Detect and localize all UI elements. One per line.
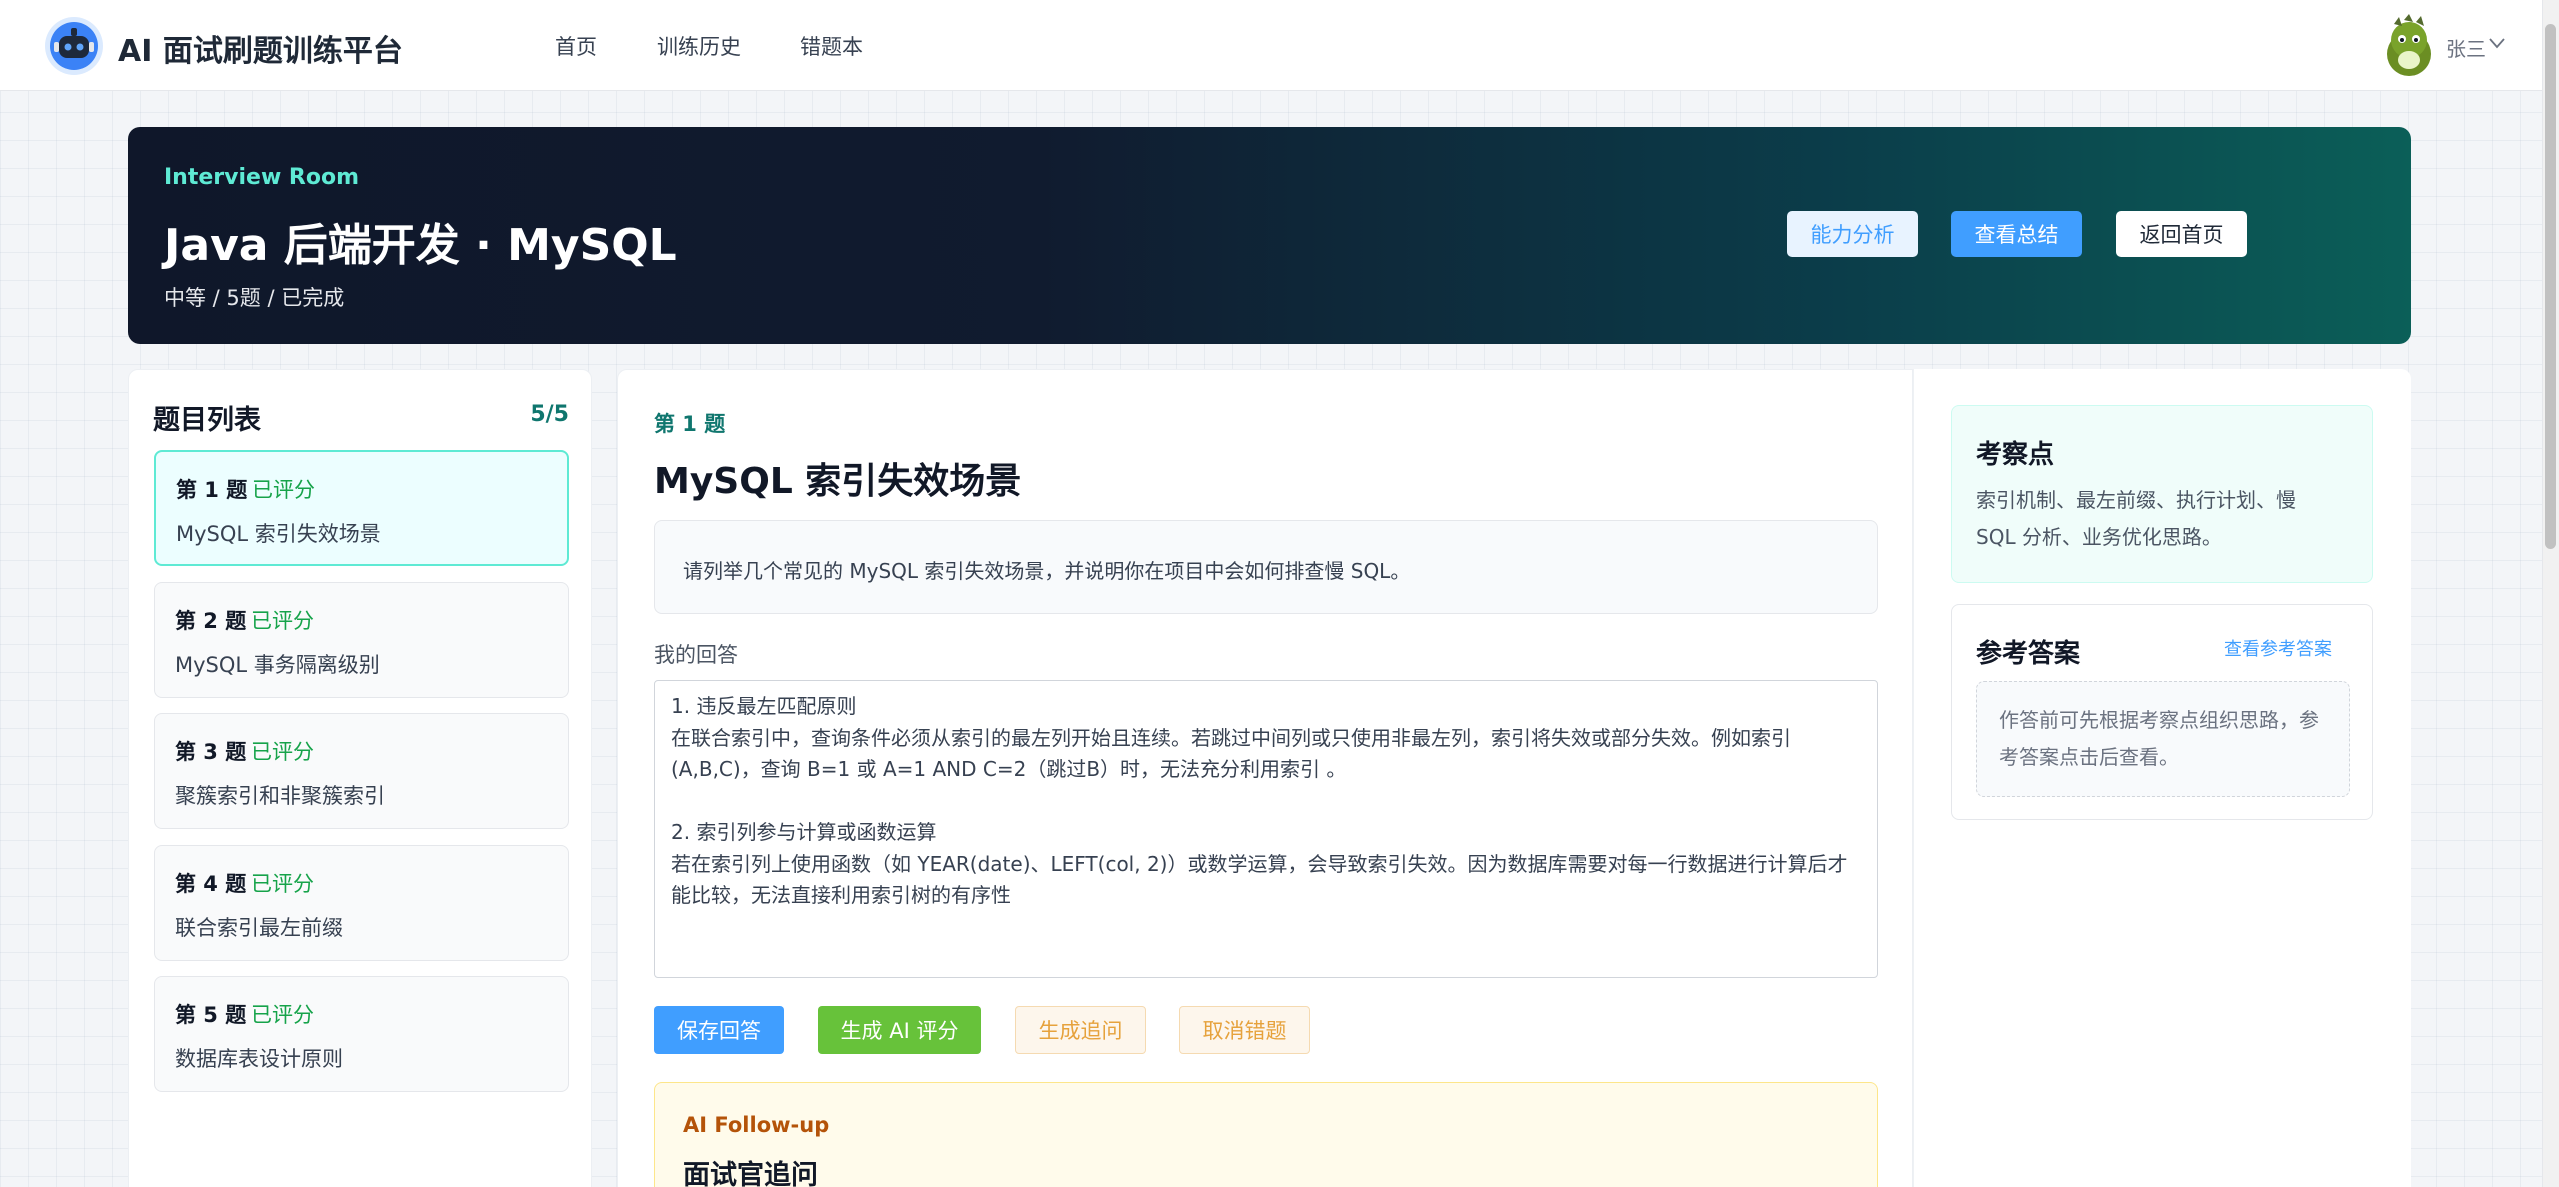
question-status: 已评分 [252,478,315,502]
page-title: Java 后端开发 · MySQL [164,220,677,271]
nav-mistake-book[interactable]: 错题本 [800,31,863,61]
scrollbar-thumb[interactable] [2545,24,2556,549]
reference-answer-title: 参考答案 [1976,639,2081,669]
current-question-label: 第 1 题 [654,412,726,436]
top-nav-bar: AI 面试刷题训练平台 首页 训练历史 错题本 张三 [0,0,2542,91]
generate-followup-button[interactable]: 生成追问 [1015,1006,1146,1054]
question-status: 已评分 [251,872,314,896]
reference-answer-card: 参考答案 查看参考答案 作答前可先根据考察点组织思路，参考答案点击后查看。 [1951,604,2373,820]
question-title: MySQL 索引失效场景 [654,461,1022,502]
reference-answer-placeholder-box: 作答前可先根据考察点组织思路，参考答案点击后查看。 [1976,681,2350,797]
question-number: 第 3 题 [175,740,247,764]
generate-ai-score-button[interactable]: 生成 AI 评分 [818,1006,981,1054]
chevron-down-icon[interactable] [2488,36,2506,50]
question-number: 第 2 题 [175,609,247,633]
followup-title: 面试官追问 [683,1160,818,1187]
question-prompt: 请列举几个常见的 MySQL 索引失效场景，并说明你在项目中会如何排查慢 SQL… [683,559,1411,583]
save-answer-button[interactable]: 保存回答 [654,1006,784,1054]
question-item-3[interactable]: 第 3 题 已评分 聚簇索引和非聚簇索引 [154,713,569,829]
session-meta: 中等 / 5题 / 已完成 [164,286,345,310]
nav-home[interactable]: 首页 [555,31,597,61]
question-number: 第 1 题 [176,478,248,502]
question-name: 聚簇索引和非聚簇索引 [175,784,385,808]
question-number: 第 5 题 [175,1003,247,1027]
hero-eyebrow: Interview Room [164,165,360,190]
view-summary-button[interactable]: 查看总结 [1951,211,2082,257]
ability-analysis-button[interactable]: 能力分析 [1787,211,1918,257]
question-number: 第 4 题 [175,872,247,896]
question-name: 联合索引最左前缀 [175,916,343,940]
question-item-1[interactable]: 第 1 题 已评分 MySQL 索引失效场景 [154,450,569,566]
brand-title[interactable]: AI 面试刷题训练平台 [118,26,403,70]
remove-mistake-button[interactable]: 取消错题 [1179,1006,1310,1054]
question-status: 已评分 [251,609,314,633]
view-reference-answer-link[interactable]: 查看参考答案 [2224,635,2332,661]
followup-eyebrow: AI Follow-up [683,1113,830,1137]
answer-textarea[interactable]: 1. 违反最左匹配原则 在联合索引中，查询条件必须从索引的最左列开始且连续。若跳… [654,680,1878,978]
question-status: 已评分 [251,1003,314,1027]
question-list-panel: 题目列表 5/5 第 1 题 已评分 MySQL 索引失效场景 第 2 题 已评… [128,369,592,1187]
back-home-button[interactable]: 返回首页 [2116,211,2247,257]
ai-followup-card: AI Follow-up 面试官追问 [654,1082,1878,1187]
question-name: MySQL 事务隔离级别 [175,653,380,677]
question-item-5[interactable]: 第 5 题 已评分 数据库表设计原则 [154,976,569,1092]
question-item-2[interactable]: 第 2 题 已评分 MySQL 事务隔离级别 [154,582,569,698]
question-list-title: 题目列表 [153,405,261,436]
assessment-points-title: 考察点 [1976,440,2055,470]
question-count-badge: 5/5 [530,402,569,427]
question-item-4[interactable]: 第 4 题 已评分 联合索引最左前缀 [154,845,569,961]
assessment-points-body: 索引机制、最左前缀、执行计划、慢 SQL 分析、业务优化思路。 [1976,488,2296,549]
question-detail-panel: 第 1 题 MySQL 索引失效场景 请列举几个常见的 MySQL 索引失效场景… [617,369,1913,1187]
robot-logo-icon[interactable] [44,16,104,76]
assessment-points-card: 考察点 索引机制、最左前缀、执行计划、慢 SQL 分析、业务优化思路。 [1951,405,2373,583]
reference-answer-placeholder: 作答前可先根据考察点组织思路，参考答案点击后查看。 [1999,708,2319,769]
question-prompt-box: 请列举几个常见的 MySQL 索引失效场景，并说明你在项目中会如何排查慢 SQL… [654,520,1878,614]
user-name[interactable]: 张三 [2446,33,2486,62]
answer-label: 我的回答 [654,643,738,667]
question-name: 数据库表设计原则 [175,1047,343,1071]
dinosaur-avatar-icon[interactable] [2380,14,2438,78]
nav-training-history[interactable]: 训练历史 [657,31,741,61]
question-name: MySQL 索引失效场景 [176,522,381,546]
question-status: 已评分 [251,740,314,764]
